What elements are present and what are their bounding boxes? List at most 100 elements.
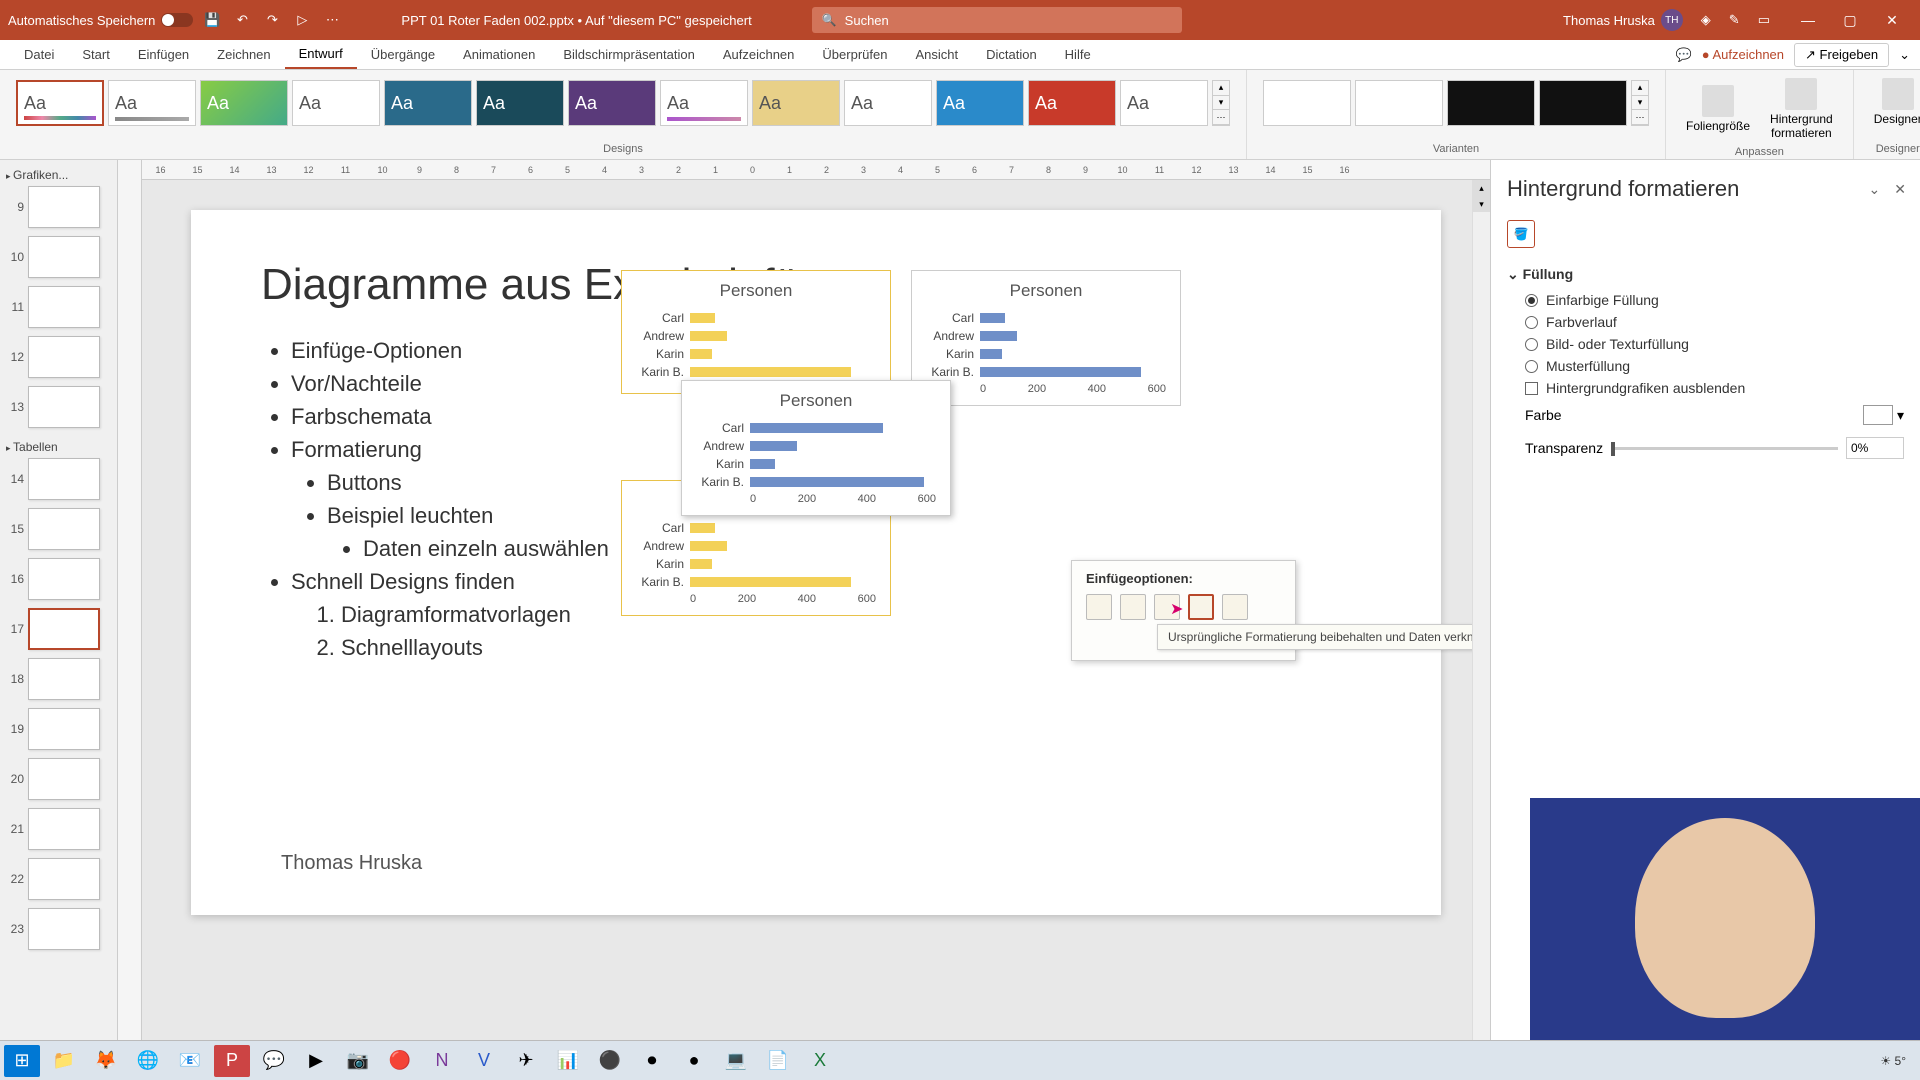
variant-scroll[interactable]: ▴▾⋯: [1631, 80, 1649, 126]
hide-bg-checkbox[interactable]: Hintergrundgrafiken ausblenden: [1507, 377, 1904, 399]
telegram-icon[interactable]: ✈: [508, 1045, 544, 1077]
designer-button[interactable]: Designer: [1864, 74, 1920, 130]
thumbnail-panel[interactable]: Grafiken... 910111213 Tabellen 141516171…: [0, 160, 118, 1058]
gallery-scroll[interactable]: ▴▾⋯: [1212, 80, 1230, 126]
slide-viewport[interactable]: Diagramme aus Excel einfügen Einfüge-Opt…: [142, 180, 1490, 1058]
theme-thumb[interactable]: Aa: [200, 80, 288, 126]
variant-thumb[interactable]: [1447, 80, 1535, 126]
app-icon[interactable]: 📷: [340, 1045, 376, 1077]
minimize-button[interactable]: —: [1788, 6, 1828, 34]
record-button[interactable]: ● Aufzeichnen: [1702, 47, 1784, 62]
transparency-input[interactable]: 0%: [1846, 437, 1904, 459]
more-icon[interactable]: ⋯: [323, 11, 341, 29]
variant-thumb[interactable]: [1355, 80, 1443, 126]
tab-uebergaenge[interactable]: Übergänge: [357, 41, 449, 68]
vlc-icon[interactable]: ▶: [298, 1045, 334, 1077]
close-button[interactable]: ✕: [1872, 6, 1912, 34]
paste-use-destination-theme-icon[interactable]: [1086, 594, 1112, 620]
app-icon[interactable]: 📄: [760, 1045, 796, 1077]
theme-thumb[interactable]: Aa: [660, 80, 748, 126]
theme-thumb[interactable]: Aa: [292, 80, 380, 126]
tab-präsentation[interactable]: Bildschirmpräsentation: [549, 41, 709, 68]
share-button[interactable]: ↗ Freigeben: [1794, 43, 1889, 67]
chart-blue-overlay[interactable]: Personen CarlAndrewKarinKarin B. 0200400…: [681, 380, 951, 516]
paste-picture-icon[interactable]: [1222, 594, 1248, 620]
tab-start[interactable]: Start: [68, 41, 123, 68]
slide-thumbnail[interactable]: 12: [4, 336, 113, 378]
tab-animationen[interactable]: Animationen: [449, 41, 549, 68]
scroll-down-icon[interactable]: ▾: [1473, 196, 1490, 212]
slide-size-button[interactable]: Foliengröße: [1676, 74, 1760, 144]
format-background-button[interactable]: Hintergrund formatieren: [1760, 74, 1843, 144]
scroll-up-icon[interactable]: ▴: [1473, 180, 1490, 196]
theme-thumb[interactable]: Aa: [936, 80, 1024, 126]
diamond-icon[interactable]: ◈: [1701, 12, 1711, 28]
section-graphics[interactable]: Grafiken...: [4, 164, 113, 186]
visio-icon[interactable]: V: [466, 1045, 502, 1077]
slide-canvas[interactable]: Diagramme aus Excel einfügen Einfüge-Opt…: [191, 210, 1441, 915]
slide-thumbnail[interactable]: 14: [4, 458, 113, 500]
slide-thumbnail[interactable]: 10: [4, 236, 113, 278]
search-input[interactable]: Suchen: [812, 7, 1182, 33]
chart-blue-top[interactable]: Personen CarlAndrewKarinKarin B. 0200400…: [911, 270, 1181, 406]
chrome-icon[interactable]: 🌐: [130, 1045, 166, 1077]
start-button[interactable]: ⊞: [4, 1045, 40, 1077]
theme-thumb[interactable]: Aa: [844, 80, 932, 126]
color-picker[interactable]: [1863, 405, 1893, 425]
theme-thumb[interactable]: Aa: [568, 80, 656, 126]
start-from-beginning-icon[interactable]: ▷: [293, 11, 311, 29]
transparency-slider[interactable]: [1611, 447, 1838, 450]
undo-icon[interactable]: ↶: [233, 11, 251, 29]
tab-aufzeichnen[interactable]: Aufzeichnen: [709, 41, 809, 68]
paste-embed-icon[interactable]: [1154, 594, 1180, 620]
fill-section[interactable]: Füllung: [1507, 258, 1904, 289]
slide-thumbnail[interactable]: 11: [4, 286, 113, 328]
variant-thumb[interactable]: [1263, 80, 1351, 126]
paste-link-keep-formatting-icon[interactable]: [1188, 594, 1214, 620]
variant-thumb[interactable]: [1539, 80, 1627, 126]
tab-dictation[interactable]: Dictation: [972, 41, 1051, 68]
app-icon[interactable]: 💬: [256, 1045, 292, 1077]
app-icon[interactable]: ⏺: [634, 1045, 670, 1077]
slide-thumbnail[interactable]: 15: [4, 508, 113, 550]
onenote-icon[interactable]: N: [424, 1045, 460, 1077]
toggle-switch[interactable]: [161, 13, 193, 27]
fill-picture-option[interactable]: Bild- oder Texturfüllung: [1507, 333, 1904, 355]
redo-icon[interactable]: ↷: [263, 11, 281, 29]
autosave-toggle[interactable]: Automatisches Speichern: [8, 13, 193, 28]
tab-datei[interactable]: Datei: [10, 41, 68, 68]
slide-thumbnail[interactable]: 21: [4, 808, 113, 850]
powerpoint-icon[interactable]: P: [214, 1045, 250, 1077]
obs-icon[interactable]: ⚫: [592, 1045, 628, 1077]
slide-thumbnail[interactable]: 13: [4, 386, 113, 428]
vertical-scrollbar[interactable]: ▴ ▾: [1472, 180, 1490, 1058]
pane-close-icon[interactable]: ✕: [1894, 181, 1906, 198]
chart-yellow-top[interactable]: Personen CarlAndrewKarinKarin B.: [621, 270, 891, 394]
app-icon[interactable]: 🔴: [382, 1045, 418, 1077]
user-account[interactable]: Thomas Hruska TH: [1563, 9, 1683, 31]
chevron-down-icon[interactable]: ▾: [1897, 407, 1904, 424]
theme-thumb[interactable]: Aa: [108, 80, 196, 126]
slide-thumbnail[interactable]: 18: [4, 658, 113, 700]
slide-thumbnail[interactable]: 19: [4, 708, 113, 750]
tab-einfuegen[interactable]: Einfügen: [124, 41, 203, 68]
paste-keep-source-formatting-icon[interactable]: [1120, 594, 1146, 620]
slide-thumbnail[interactable]: 16: [4, 558, 113, 600]
window-icon[interactable]: ▭: [1758, 12, 1770, 28]
theme-thumb[interactable]: Aa: [16, 80, 104, 126]
fill-pattern-option[interactable]: Musterfüllung: [1507, 355, 1904, 377]
slide-thumbnail[interactable]: 20: [4, 758, 113, 800]
slide-thumbnail[interactable]: 17: [4, 608, 113, 650]
fill-gradient-option[interactable]: Farbverlauf: [1507, 311, 1904, 333]
tab-zeichnen[interactable]: Zeichnen: [203, 41, 284, 68]
tab-ansicht[interactable]: Ansicht: [901, 41, 972, 68]
fill-solid-option[interactable]: Einfarbige Füllung: [1507, 289, 1904, 311]
theme-thumb[interactable]: Aa: [1120, 80, 1208, 126]
slide-thumbnail[interactable]: 9: [4, 186, 113, 228]
theme-thumb[interactable]: Aa: [384, 80, 472, 126]
collapse-ribbon-icon[interactable]: ⌄: [1899, 47, 1910, 63]
save-icon[interactable]: 💾: [203, 11, 221, 29]
theme-thumb[interactable]: Aa: [752, 80, 840, 126]
excel-icon[interactable]: X: [802, 1045, 838, 1077]
comments-icon[interactable]: 💬: [1676, 47, 1692, 63]
